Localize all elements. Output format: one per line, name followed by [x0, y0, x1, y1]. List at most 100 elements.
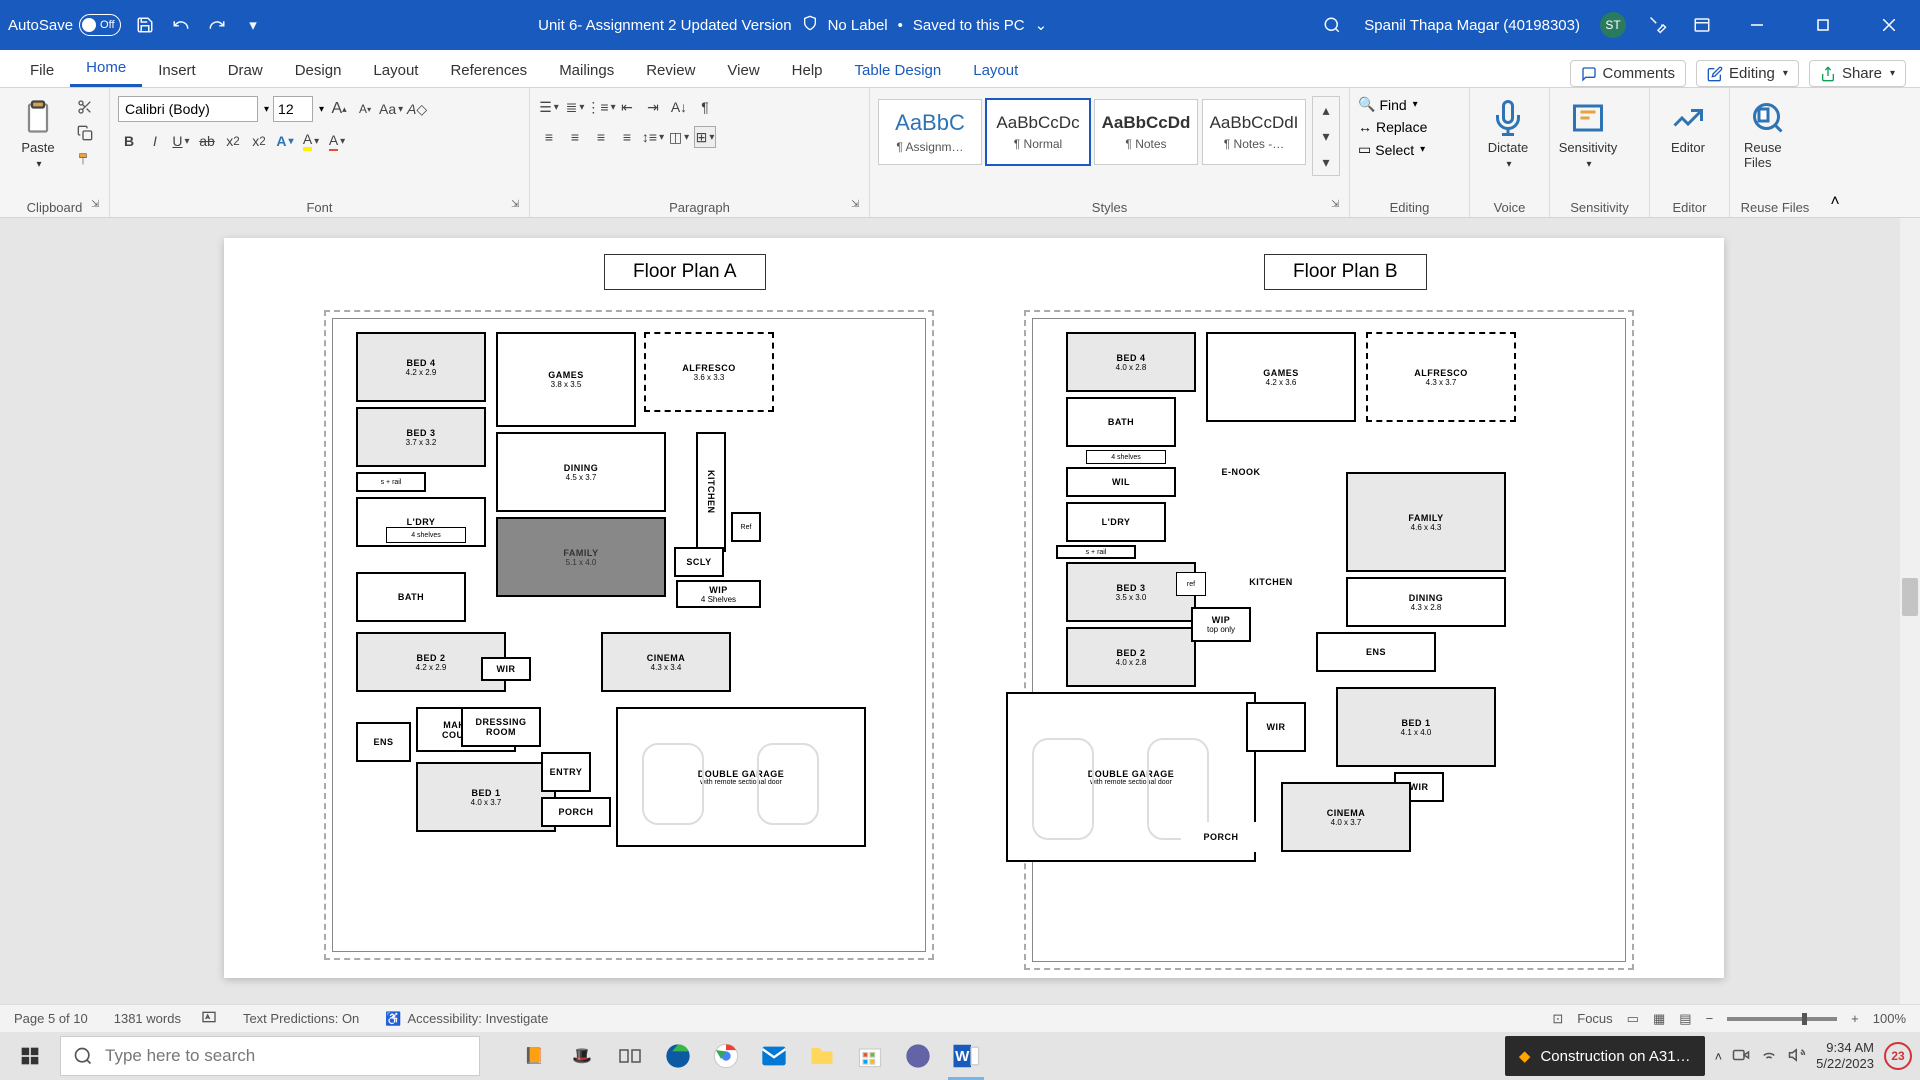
- multilevel-list-icon[interactable]: ⋮≡▾: [590, 96, 612, 118]
- editing-mode-button[interactable]: Editing▾: [1696, 60, 1799, 87]
- line-spacing-icon[interactable]: ↕≡▾: [642, 126, 664, 148]
- editor-button[interactable]: Editor: [1658, 96, 1718, 159]
- save-icon[interactable]: [133, 13, 157, 37]
- read-mode-icon[interactable]: ▭: [1627, 1011, 1639, 1027]
- copy-icon[interactable]: [74, 122, 96, 144]
- clear-formatting-icon[interactable]: A◇: [406, 98, 428, 120]
- start-button[interactable]: [0, 1032, 60, 1080]
- print-layout-icon[interactable]: ▦: [1653, 1011, 1665, 1027]
- wifi-icon[interactable]: [1760, 1046, 1778, 1067]
- copilot-icon[interactable]: [894, 1032, 942, 1080]
- taskbar-search[interactable]: Type here to search: [60, 1036, 480, 1076]
- notification-badge[interactable]: 23: [1884, 1042, 1912, 1070]
- tab-design[interactable]: Design: [279, 54, 358, 87]
- tray-chevron-icon[interactable]: ˄: [1715, 1049, 1723, 1064]
- bold-icon[interactable]: B: [118, 130, 140, 152]
- style-item[interactable]: AaBbCcDc¶ Normal: [986, 99, 1090, 165]
- autosave-toggle[interactable]: AutoSave Off: [8, 14, 121, 36]
- styles-expand-icon[interactable]: ▾: [1315, 151, 1337, 173]
- font-name-input[interactable]: [118, 96, 258, 122]
- styles-scroll-up-icon[interactable]: ▴: [1315, 99, 1337, 121]
- select-button[interactable]: ▭ Select▾: [1358, 141, 1427, 158]
- zoom-in-icon[interactable]: +: [1851, 1011, 1859, 1026]
- undo-icon[interactable]: [169, 13, 193, 37]
- tab-insert[interactable]: Insert: [142, 54, 212, 87]
- superscript-icon[interactable]: x2: [248, 130, 270, 152]
- search-icon[interactable]: [1320, 13, 1344, 37]
- styles-gallery[interactable]: AaBbC¶ Assignm… AaBbCcDc¶ Normal AaBbCcD…: [878, 96, 1306, 168]
- zoom-level[interactable]: 100%: [1873, 1011, 1906, 1026]
- ribbon-display-icon[interactable]: [1690, 13, 1714, 37]
- decrease-indent-icon[interactable]: ⇤: [616, 96, 638, 118]
- subscript-icon[interactable]: x2: [222, 130, 244, 152]
- qat-more-icon[interactable]: ▾: [241, 13, 265, 37]
- text-predictions[interactable]: Text Predictions: On: [243, 1011, 359, 1026]
- tab-review[interactable]: Review: [630, 54, 711, 87]
- tab-file[interactable]: File: [14, 54, 70, 87]
- collapse-ribbon-icon[interactable]: ˄: [1830, 193, 1839, 211]
- word-icon[interactable]: W: [942, 1032, 990, 1080]
- book-app-icon[interactable]: 📙: [510, 1032, 558, 1080]
- user-avatar[interactable]: ST: [1600, 12, 1626, 38]
- font-size-input[interactable]: [273, 96, 313, 122]
- meet-now-icon[interactable]: [1732, 1046, 1750, 1067]
- highlight-icon[interactable]: A▾: [300, 130, 322, 152]
- reuse-files-button[interactable]: Reuse Files: [1738, 96, 1798, 174]
- style-item[interactable]: AaBbCcDdI¶ Notes -…: [1202, 99, 1306, 165]
- zoom-out-icon[interactable]: −: [1706, 1011, 1714, 1026]
- increase-font-icon[interactable]: A▴: [328, 98, 350, 120]
- paragraph-launcher-icon[interactable]: ⇲: [851, 199, 865, 213]
- tab-layout[interactable]: Layout: [357, 54, 434, 87]
- vertical-scrollbar[interactable]: [1900, 218, 1920, 1010]
- spell-check-icon[interactable]: [201, 1009, 217, 1028]
- show-marks-icon[interactable]: ¶: [694, 96, 716, 118]
- font-size-dropdown-icon[interactable]: ▾: [319, 104, 324, 115]
- sensitivity-button[interactable]: Sensitivity▾: [1558, 96, 1618, 174]
- decrease-font-icon[interactable]: A▾: [354, 98, 376, 120]
- document-area[interactable]: Floor Plan A Floor Plan B BED 44.2 x 2.9…: [0, 218, 1920, 1010]
- tab-help[interactable]: Help: [776, 54, 839, 87]
- accessibility-icon[interactable]: ♿: [385, 1011, 401, 1027]
- sort-icon[interactable]: A↓: [668, 96, 690, 118]
- chevron-down-icon[interactable]: ⌄: [1035, 16, 1048, 34]
- close-button[interactable]: [1866, 0, 1912, 50]
- underline-icon[interactable]: U▾: [170, 130, 192, 152]
- numbering-icon[interactable]: ≣▾: [564, 96, 586, 118]
- italic-icon[interactable]: I: [144, 130, 166, 152]
- strikethrough-icon[interactable]: ab: [196, 130, 218, 152]
- replace-button[interactable]: ↔ Replace: [1358, 119, 1427, 135]
- news-widget[interactable]: ◆Construction on A31…: [1505, 1036, 1705, 1076]
- align-center-icon[interactable]: ≡: [564, 126, 586, 148]
- focus-button[interactable]: Focus: [1577, 1011, 1612, 1026]
- accessibility-status[interactable]: Accessibility: Investigate: [407, 1011, 548, 1026]
- save-status[interactable]: Saved to this PC: [913, 17, 1025, 34]
- clipboard-launcher-icon[interactable]: ⇲: [91, 199, 105, 213]
- share-button[interactable]: Share▾: [1809, 60, 1906, 87]
- comments-button[interactable]: Comments: [1570, 60, 1687, 87]
- tab-home[interactable]: Home: [70, 51, 142, 87]
- paste-button[interactable]: Paste▾: [8, 96, 68, 174]
- tab-references[interactable]: References: [434, 54, 543, 87]
- dictate-button[interactable]: Dictate▾: [1478, 96, 1538, 174]
- volume-icon[interactable]: [1788, 1046, 1806, 1067]
- shading-icon[interactable]: ◫▾: [668, 126, 690, 148]
- file-explorer-icon[interactable]: [798, 1032, 846, 1080]
- user-name[interactable]: Spanil Thapa Magar (40198303): [1364, 17, 1580, 34]
- page-indicator[interactable]: Page 5 of 10: [14, 1011, 88, 1026]
- pen-mode-icon[interactable]: [1646, 13, 1670, 37]
- increase-indent-icon[interactable]: ⇥: [642, 96, 664, 118]
- maximize-button[interactable]: [1800, 0, 1846, 50]
- clock[interactable]: 9:34 AM5/22/2023: [1816, 1040, 1874, 1071]
- styles-scroll-down-icon[interactable]: ▾: [1315, 125, 1337, 147]
- edge-icon[interactable]: [654, 1032, 702, 1080]
- cut-icon[interactable]: [74, 96, 96, 118]
- tab-view[interactable]: View: [711, 54, 775, 87]
- mail-icon[interactable]: [750, 1032, 798, 1080]
- redo-icon[interactable]: [205, 13, 229, 37]
- style-item[interactable]: AaBbC¶ Assignm…: [878, 99, 982, 165]
- hat-app-icon[interactable]: 🎩: [558, 1032, 606, 1080]
- zoom-slider[interactable]: [1727, 1017, 1837, 1021]
- change-case-icon[interactable]: Aa▾: [380, 98, 402, 120]
- borders-icon[interactable]: ⊞▾: [694, 126, 716, 148]
- tab-table-design[interactable]: Table Design: [839, 54, 958, 87]
